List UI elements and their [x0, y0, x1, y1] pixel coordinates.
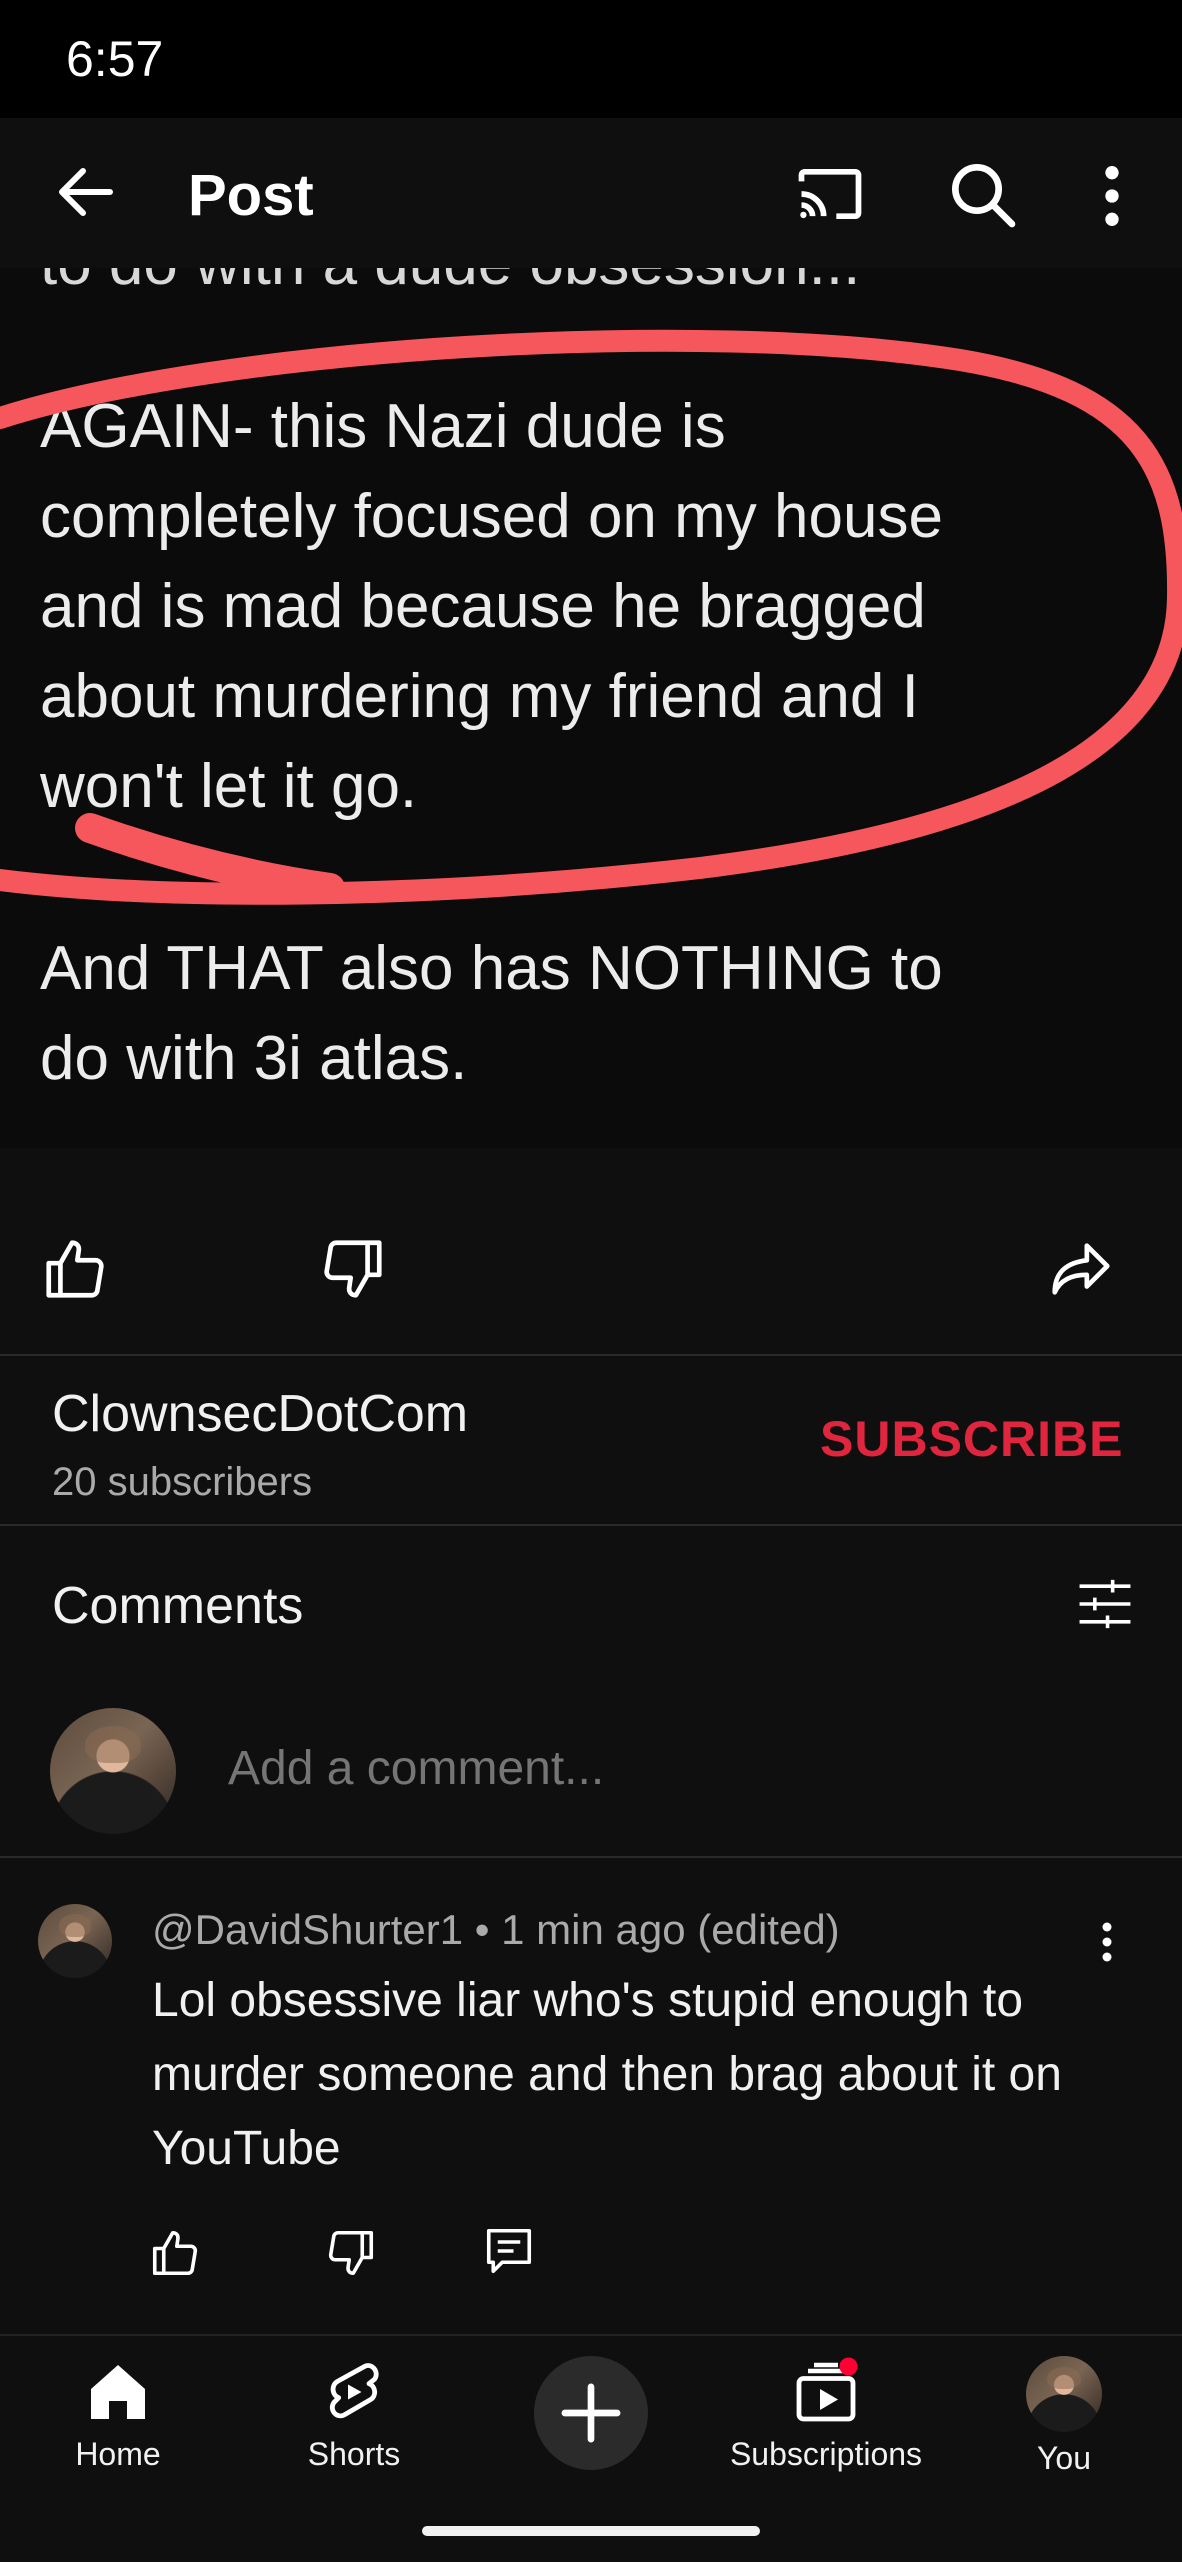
cast-button[interactable]: [790, 156, 870, 232]
dislike-button[interactable]: [318, 1234, 388, 1304]
nav-label: Subscriptions: [729, 2436, 923, 2472]
channel-name[interactable]: ClownsecDotCom: [52, 1384, 468, 1444]
sort-comments-button[interactable]: [1074, 1576, 1136, 1632]
post-image: to do with a dude obsession... AGAIN- th…: [0, 268, 1182, 1148]
status-bar: 6:57: [0, 0, 1182, 118]
search-icon: [952, 164, 1016, 228]
cast-icon: [798, 168, 862, 220]
nav-subscriptions[interactable]: Subscriptions: [726, 2356, 926, 2506]
nav-label: Shorts: [307, 2436, 401, 2472]
nav-label: Home: [75, 2436, 161, 2472]
reply-icon: [486, 2228, 532, 2274]
back-button[interactable]: [50, 156, 122, 228]
thumb-down-icon: [328, 2230, 374, 2276]
share-button[interactable]: [1046, 1234, 1116, 1304]
subscriber-count: 20 subscribers: [52, 1460, 313, 1504]
subscribe-button[interactable]: SUBSCRIBE: [820, 1410, 1123, 1468]
home-indicator: [422, 2526, 760, 2536]
thumb-up-icon: [152, 2230, 198, 2276]
subscriptions-icon: [796, 2357, 858, 2422]
comment-author-meta[interactable]: @DavidShurter1 • 1 min ago (edited): [152, 1906, 840, 1954]
more-vert-icon: [1105, 166, 1119, 226]
app-bar: Post: [0, 118, 1182, 268]
nav-home[interactable]: Home: [18, 2356, 218, 2506]
comment-like-button[interactable]: [148, 2226, 202, 2280]
thumb-up-icon: [46, 1240, 104, 1298]
post-paragraph: And THAT also has NOTHING to do with 3i …: [40, 934, 943, 1093]
share-icon: [1052, 1243, 1110, 1295]
status-time: 6:57: [66, 31, 164, 87]
comment-dislike-button[interactable]: [324, 2226, 378, 2280]
divider: [0, 1354, 1182, 1356]
create-button[interactable]: [534, 2356, 648, 2470]
comment-more-button[interactable]: [1090, 1912, 1124, 1972]
comment-reply-button[interactable]: [482, 2224, 536, 2278]
redaction-mark: [540, 22, 1160, 106]
divider: [0, 1524, 1182, 1526]
redaction-mark: [160, 22, 420, 106]
shorts-icon: [329, 2363, 379, 2419]
add-comment-input[interactable]: [226, 1740, 1130, 1797]
page-title: Post: [188, 163, 314, 228]
avatar: [1026, 2356, 1102, 2432]
nav-shorts[interactable]: Shorts: [254, 2356, 454, 2506]
avatar: [50, 1708, 176, 1834]
home-icon: [91, 2365, 145, 2419]
divider: [0, 1856, 1182, 1858]
nav-label: You: [1037, 2440, 1091, 2476]
nav-you[interactable]: You: [964, 2356, 1164, 2506]
search-button[interactable]: [942, 154, 1022, 234]
like-button[interactable]: [40, 1234, 110, 1304]
filter-icon: [1079, 1579, 1131, 1629]
thumb-down-icon: [324, 1240, 382, 1298]
avatar[interactable]: [38, 1904, 112, 1978]
more-options-button[interactable]: [1088, 156, 1136, 236]
post-actions: [0, 1210, 1182, 1320]
back-arrow-icon: [59, 168, 113, 216]
comment-text: Lol obsessive liar who's stupid enough t…: [152, 1974, 1062, 2175]
more-vert-icon: [1102, 1922, 1112, 1962]
plus-icon: [561, 2383, 621, 2443]
comments-title: Comments: [52, 1577, 304, 1635]
